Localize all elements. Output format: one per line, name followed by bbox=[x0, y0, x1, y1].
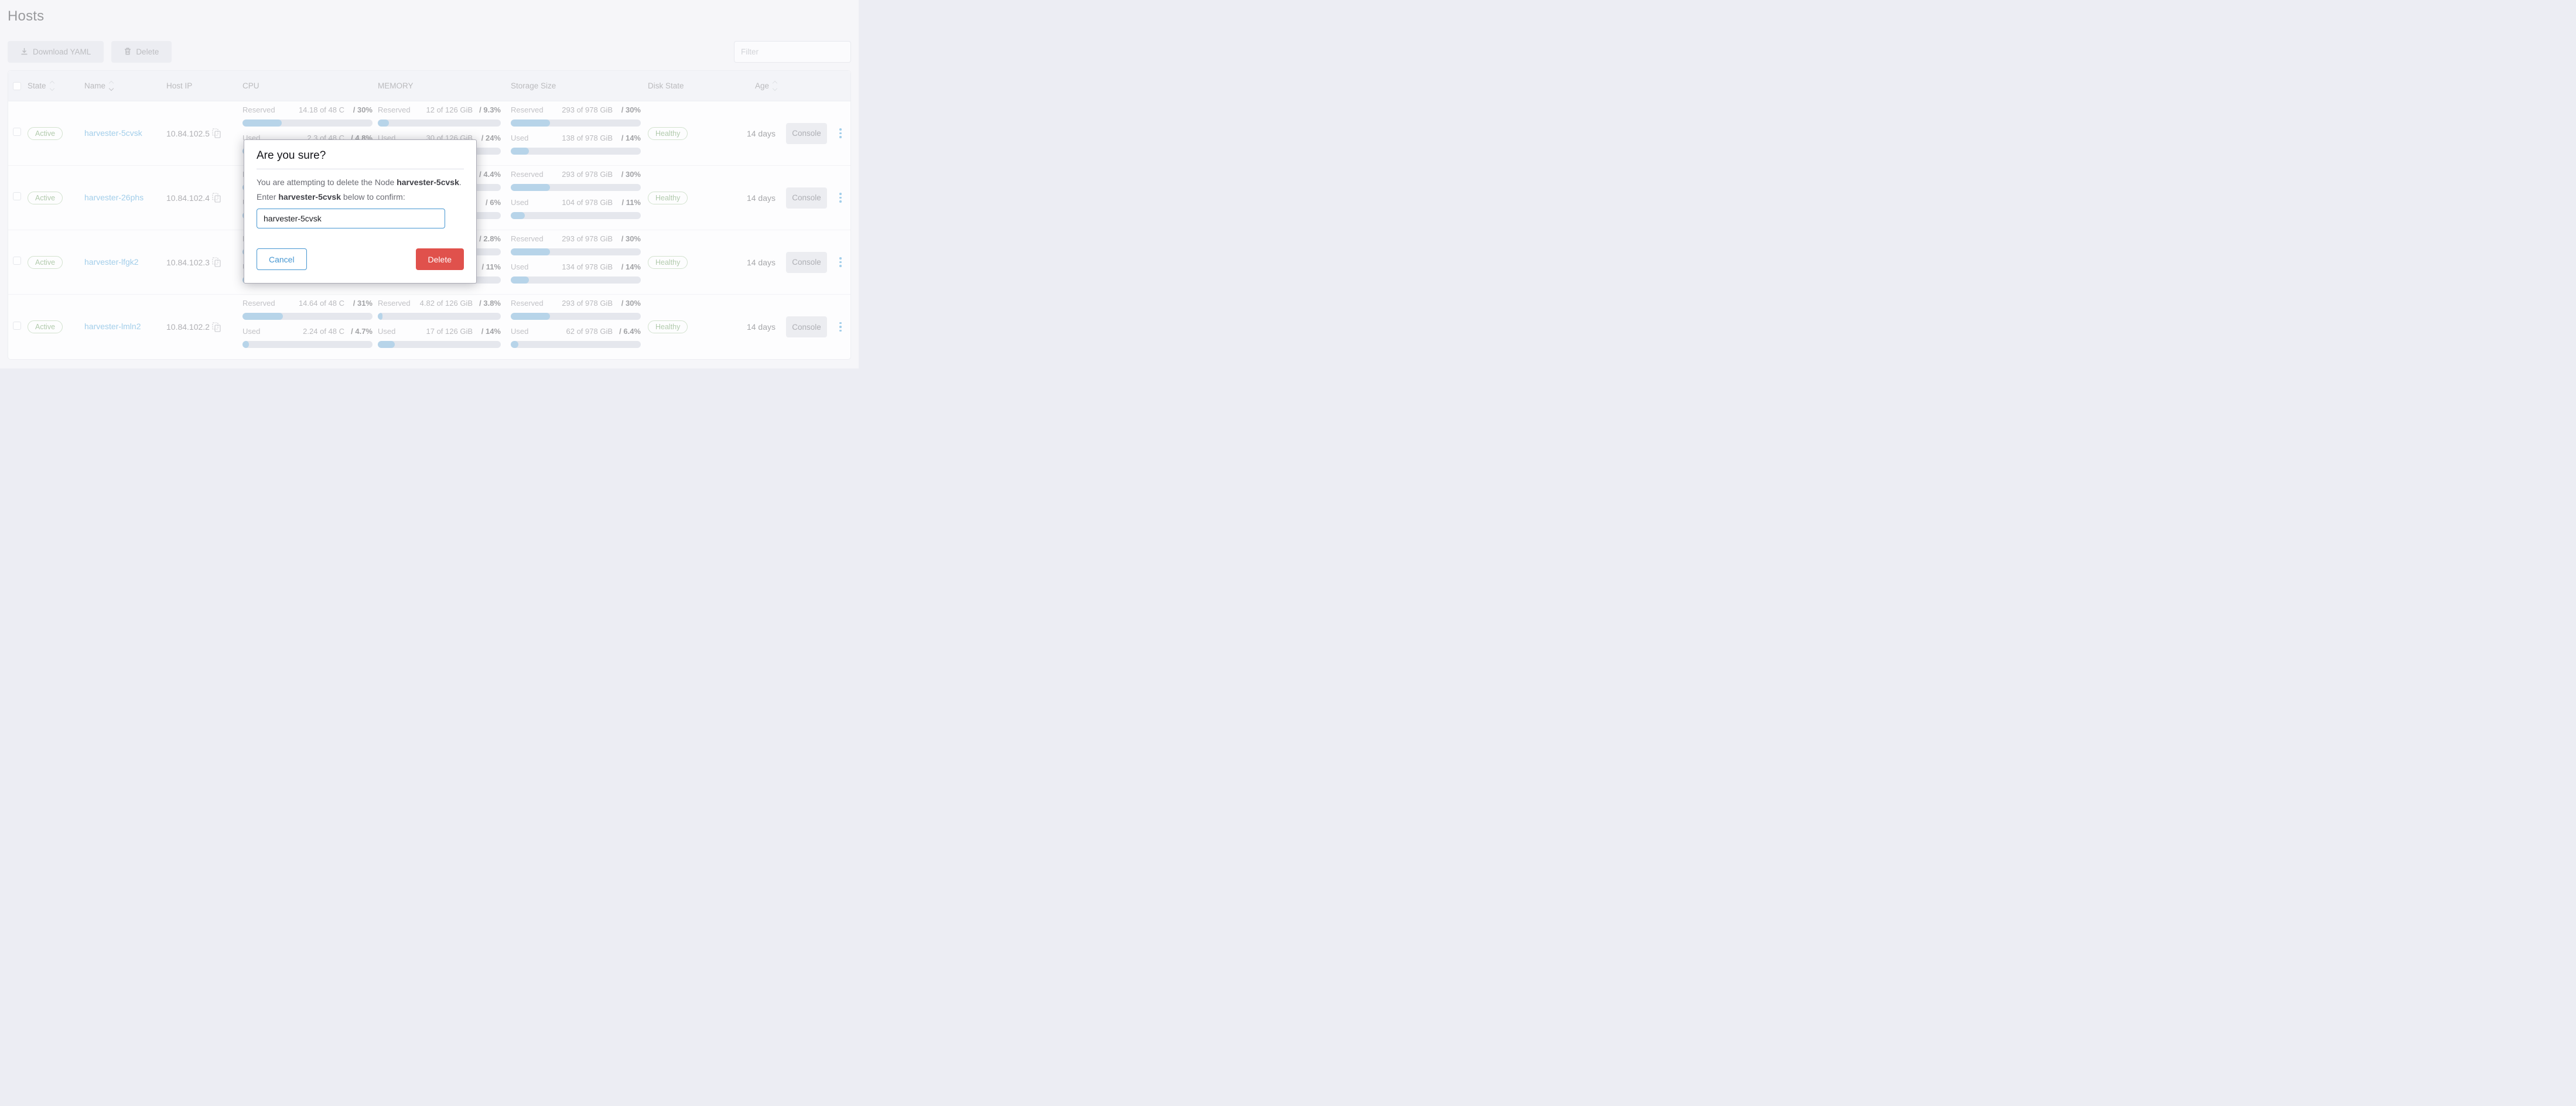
delete-confirm-modal: Are you sure? You are attempting to dele… bbox=[244, 139, 477, 284]
modal-title: Are you sure? bbox=[257, 149, 464, 162]
cancel-button[interactable]: Cancel bbox=[257, 248, 307, 270]
confirm-name-input[interactable] bbox=[257, 209, 445, 228]
modal-message: You are attempting to delete the Node ha… bbox=[257, 177, 464, 187]
modal-confirm-instruction: Enter harvester-5cvsk below to confirm: bbox=[257, 192, 464, 202]
node-name: harvester-5cvsk bbox=[397, 177, 459, 187]
node-name: harvester-5cvsk bbox=[278, 192, 341, 202]
delete-button[interactable]: Delete bbox=[416, 248, 464, 270]
modal-footer: Cancel Delete bbox=[257, 248, 464, 270]
